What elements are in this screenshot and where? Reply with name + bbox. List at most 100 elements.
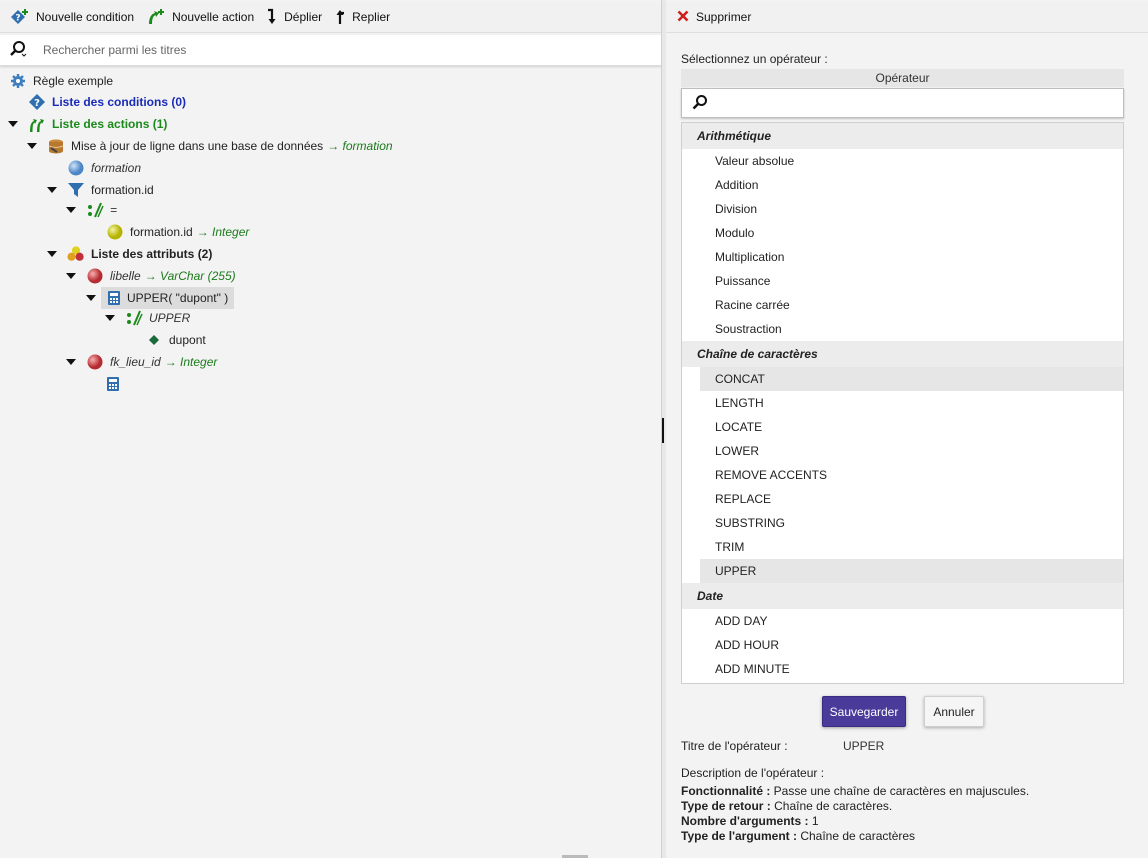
expand-caret-icon[interactable] [86, 295, 96, 301]
splitter-handle[interactable] [662, 418, 664, 443]
tree-node-update-row[interactable]: Mise à jour de ligne dans une base de do… [27, 136, 393, 156]
operator-option[interactable]: LOWER [682, 439, 1123, 463]
attributes-icon [67, 245, 85, 263]
operator-option[interactable]: Soustraction [682, 317, 1123, 341]
save-button[interactable]: Sauvegarder [822, 696, 906, 727]
operator-option[interactable]: ADD DAY [682, 609, 1123, 633]
operator-option[interactable]: Multiplication [682, 245, 1123, 269]
close-x-icon [677, 10, 689, 25]
tree-node-expression[interactable]: UPPER( "dupont" ) [86, 287, 235, 309]
yellow-sphere-icon [106, 223, 124, 241]
search-icon [9, 40, 27, 61]
operator-option[interactable]: REMOVE ACCENTS [682, 463, 1123, 487]
expand-caret-icon[interactable] [47, 251, 57, 257]
operator-option[interactable]: CONCAT [700, 367, 1123, 391]
operator-option[interactable]: Racine carrée [682, 293, 1123, 317]
selected-expression[interactable]: UPPER( "dupont" ) [101, 287, 235, 309]
operator-group-header: Date [682, 583, 1123, 609]
return-type-label: Type de retour : [681, 799, 771, 813]
select-operator-label: Sélectionnez un opérateur : [681, 52, 828, 66]
condition-icon: ? [28, 93, 46, 111]
arg-type-label: Type de l'argument : [681, 829, 797, 843]
new-condition-button[interactable]: ? Nouvelle condition [10, 8, 134, 26]
operator-option[interactable]: LENGTH [682, 391, 1123, 415]
svg-text:?: ? [15, 14, 20, 24]
calculator-icon [105, 289, 123, 307]
collapse-button[interactable]: Replier [334, 8, 390, 26]
form-buttons: Sauvegarder Annuler [822, 696, 984, 727]
calculator-icon [104, 375, 122, 393]
tree-update-row-target: → formation [327, 139, 393, 153]
operator-group-header: Chaîne de caractères [682, 341, 1123, 367]
tree-search-input[interactable] [41, 42, 601, 58]
operator-option[interactable]: Addition [682, 173, 1123, 197]
gear-icon [9, 72, 27, 90]
operator-column-header: Opérateur [681, 69, 1124, 87]
tree-node-actions[interactable]: Liste des actions (1) [8, 114, 167, 134]
tree-node-equals[interactable]: = [66, 200, 117, 220]
func-label: Fonctionnalité : [681, 784, 771, 798]
database-update-icon [47, 137, 65, 155]
tree-conditions-label: Liste des conditions (0) [52, 95, 187, 109]
operator-option[interactable]: Modulo [682, 221, 1123, 245]
operator-option[interactable]: LOCATE [682, 415, 1123, 439]
operator-title-label: Titre de l'opérateur : [681, 739, 788, 753]
tree-node-conditions[interactable]: ? Liste des conditions (0) [28, 92, 186, 112]
operator-option[interactable]: Valeur absolue [682, 149, 1123, 173]
expand-arrow-icon [266, 8, 278, 26]
operator-option[interactable]: ADD MINUTE [682, 657, 1123, 681]
operator-option[interactable]: ADD HOUR [682, 633, 1123, 657]
delete-button[interactable]: Supprimer [666, 2, 1148, 33]
expand-caret-icon[interactable] [66, 359, 76, 365]
tree-actions-label: Liste des actions (1) [52, 117, 168, 131]
tree-node-field-id[interactable]: formation.id → Integer [106, 222, 249, 242]
tree-node-filter[interactable]: formation.id [47, 180, 154, 200]
svg-text:?: ? [34, 98, 40, 109]
operator-description: Fonctionnalité : Passe une chaîne de car… [681, 784, 1029, 844]
operator-list[interactable]: Arithmétique Valeur absolue Addition Divisi… [681, 122, 1124, 684]
nargs-label: Nombre d'arguments : [681, 814, 809, 828]
tree-node-empty-expression[interactable] [104, 374, 128, 394]
operator-option[interactable]: UPPER [700, 559, 1123, 583]
tree-field-id-type: → Integer [196, 225, 250, 239]
actions-icon [28, 115, 46, 133]
tree-node-fk-lieu[interactable]: fk_lieu_id → Integer [66, 352, 217, 372]
tree-fk-lieu-type: → Integer [164, 355, 218, 369]
func-value: Passe une chaîne de caractères en majusc… [773, 784, 1030, 798]
operator-option[interactable]: Puissance [682, 269, 1123, 293]
new-action-icon [146, 8, 166, 26]
expand-caret-icon[interactable] [66, 207, 76, 213]
constant-diamond-icon [145, 331, 163, 349]
cancel-button[interactable]: Annuler [924, 696, 984, 727]
new-action-button[interactable]: Nouvelle action [146, 8, 254, 26]
search-icon [692, 94, 708, 113]
operator-option[interactable]: TRIM [682, 535, 1123, 559]
return-type-value: Chaîne de caractères. [774, 799, 893, 813]
expand-label: Déplier [284, 10, 323, 24]
tree-equals-label: = [110, 203, 118, 217]
expand-caret-icon[interactable] [27, 143, 37, 149]
tree-node-upper[interactable]: UPPER [105, 308, 190, 328]
collapse-arrow-icon [334, 8, 346, 26]
expand-caret-icon[interactable] [8, 121, 18, 127]
tree-upper-label: UPPER [149, 311, 191, 325]
expand-caret-icon[interactable] [105, 315, 115, 321]
operator-icon [125, 309, 143, 327]
red-sphere-icon [86, 267, 104, 285]
expand-caret-icon[interactable] [47, 187, 57, 193]
operator-option[interactable]: REPLACE [682, 487, 1123, 511]
operator-search-input[interactable] [716, 95, 1116, 111]
tree-node-libelle[interactable]: libelle → VarChar (255) [66, 266, 236, 286]
expand-caret-icon[interactable] [66, 273, 76, 279]
delete-label: Supprimer [696, 10, 752, 24]
operator-option[interactable]: SUBSTRING [682, 511, 1123, 535]
tree-node-attributes[interactable]: Liste des attributs (2) [47, 244, 212, 264]
tree-node-root[interactable]: Règle exemple [9, 71, 113, 91]
tree-node-dupont[interactable]: dupont [145, 330, 206, 350]
expand-button[interactable]: Déplier [266, 8, 322, 26]
operator-icon [86, 201, 104, 219]
tree-libelle-label: libelle [110, 269, 141, 283]
operator-option[interactable]: Division [682, 197, 1123, 221]
operator-group-header: Arithmétique [682, 123, 1123, 149]
tree-node-formation[interactable]: formation [67, 158, 141, 178]
